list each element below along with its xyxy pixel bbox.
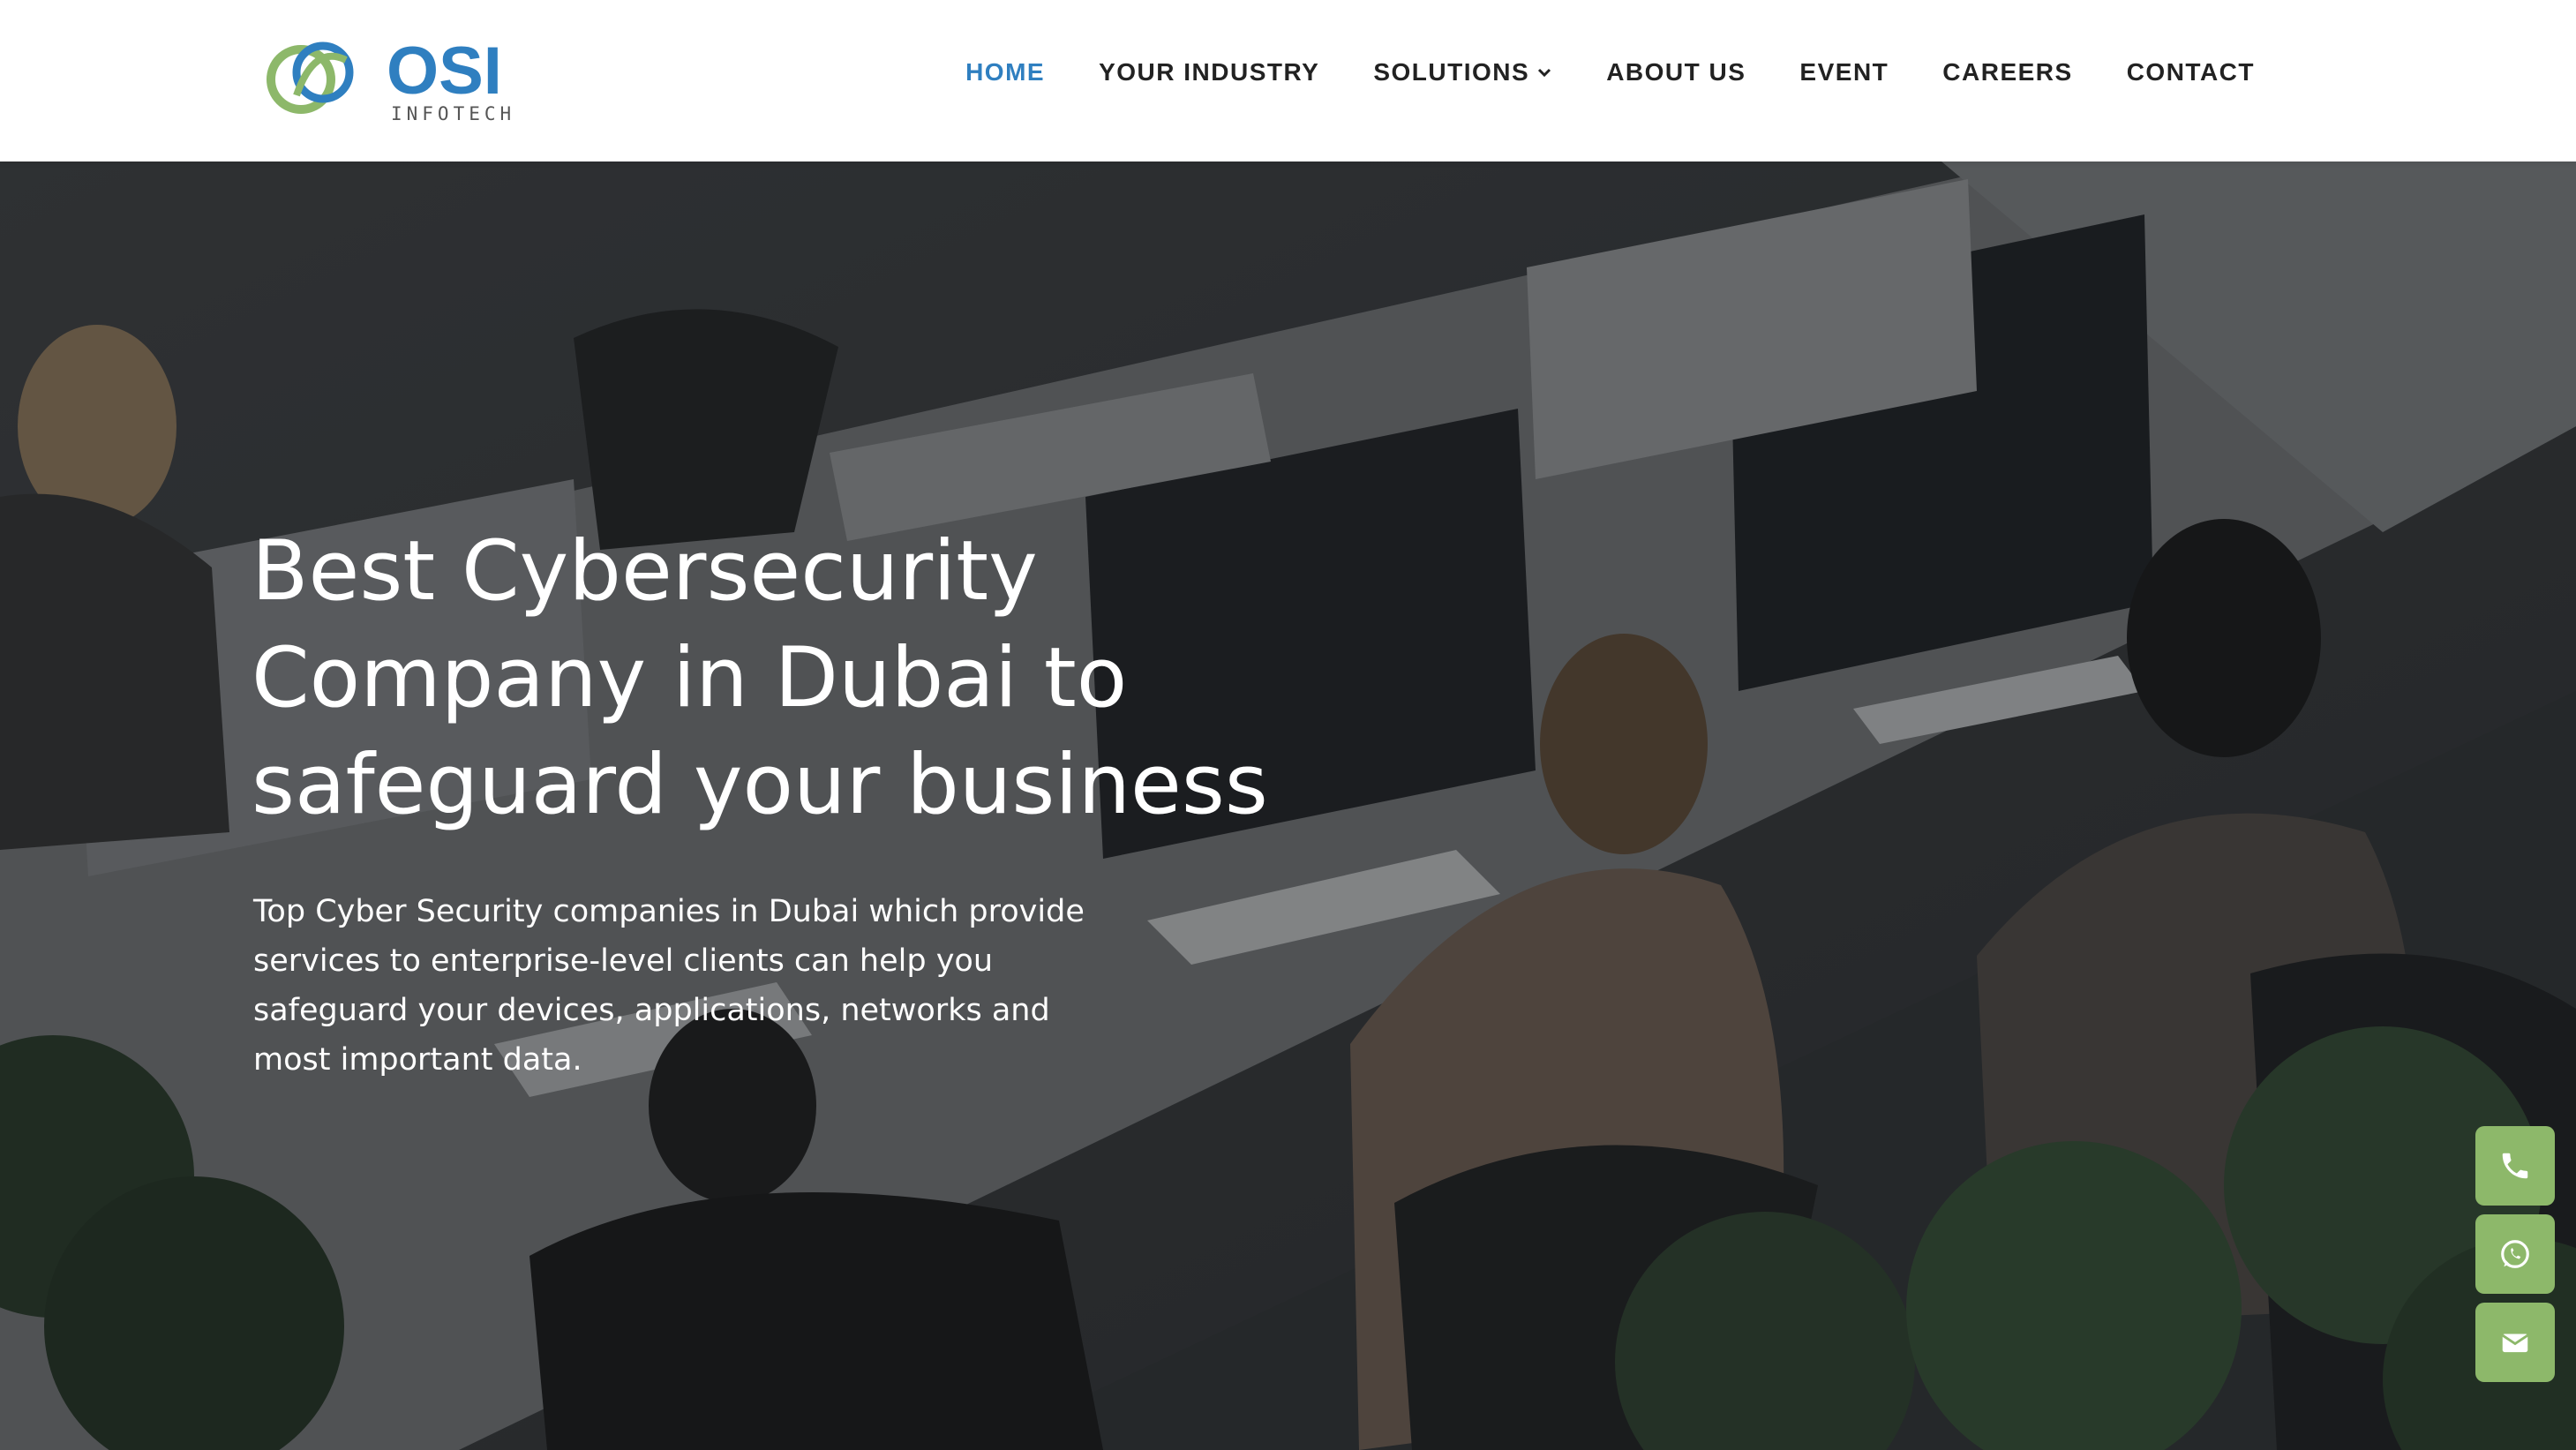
- hero-description-line: most important data.: [253, 1042, 582, 1078]
- call-button[interactable]: [2475, 1126, 2555, 1206]
- email-button[interactable]: [2475, 1303, 2555, 1382]
- hero-headline-line: Best Cybersecurity: [252, 523, 1038, 620]
- nav-careers-label: CAREERS: [1942, 58, 2073, 86]
- nav-event[interactable]: EVENT: [1799, 58, 1889, 86]
- hero-description-line: safeguard your devices, applications, ne…: [253, 993, 1050, 1028]
- nav-your-industry-label: YOUR INDUSTRY: [1099, 58, 1320, 86]
- hero-section: Best Cybersecurity Company in Dubai to s…: [0, 162, 2576, 1450]
- nav-solutions-label: SOLUTIONS: [1373, 58, 1530, 86]
- phone-icon: [2502, 1153, 2528, 1179]
- whatsapp-button[interactable]: [2475, 1214, 2555, 1294]
- hero-headline-line: Company in Dubai to: [252, 630, 1128, 726]
- nav-home-label: HOME: [965, 58, 1046, 86]
- nav-about-us[interactable]: ABOUT US: [1606, 58, 1746, 86]
- nav-contact[interactable]: CONTACT: [2127, 58, 2255, 86]
- osi-infotech-logo[interactable]: OSI INFOTECH: [261, 26, 526, 124]
- mail-icon: [2501, 1334, 2529, 1353]
- whatsapp-icon: [2501, 1240, 2529, 1268]
- nav-solutions[interactable]: SOLUTIONS: [1373, 58, 1552, 86]
- chevron-down-icon: [1538, 68, 1551, 78]
- logo-subtext: INFOTECH: [391, 103, 515, 124]
- site-header: OSI INFOTECH HOME YOUR INDUSTRY SOLUTION…: [0, 0, 2576, 162]
- hero-description-line: services to enterprise-level clients can…: [253, 943, 994, 979]
- main-nav: HOME YOUR INDUSTRY SOLUTIONS ABOUT US EV…: [965, 46, 2255, 99]
- nav-your-industry[interactable]: YOUR INDUSTRY: [1099, 58, 1319, 86]
- nav-event-label: EVENT: [1799, 58, 1889, 86]
- logo-text: OSI: [387, 34, 502, 109]
- hero-headline: Best Cybersecurity Company in Dubai to s…: [252, 518, 1311, 838]
- nav-careers[interactable]: CAREERS: [1942, 58, 2072, 86]
- hero-headline-line: safeguard your business: [252, 737, 1268, 833]
- nav-home[interactable]: HOME: [965, 58, 1045, 86]
- logo-mark-icon: [267, 41, 354, 114]
- nav-about-us-label: ABOUT US: [1606, 58, 1746, 86]
- nav-contact-label: CONTACT: [2126, 58, 2255, 86]
- hero-description-line: Top Cyber Security companies in Dubai wh…: [253, 894, 1085, 929]
- hero-description: Top Cyber Security companies in Dubai wh…: [253, 887, 1100, 1085]
